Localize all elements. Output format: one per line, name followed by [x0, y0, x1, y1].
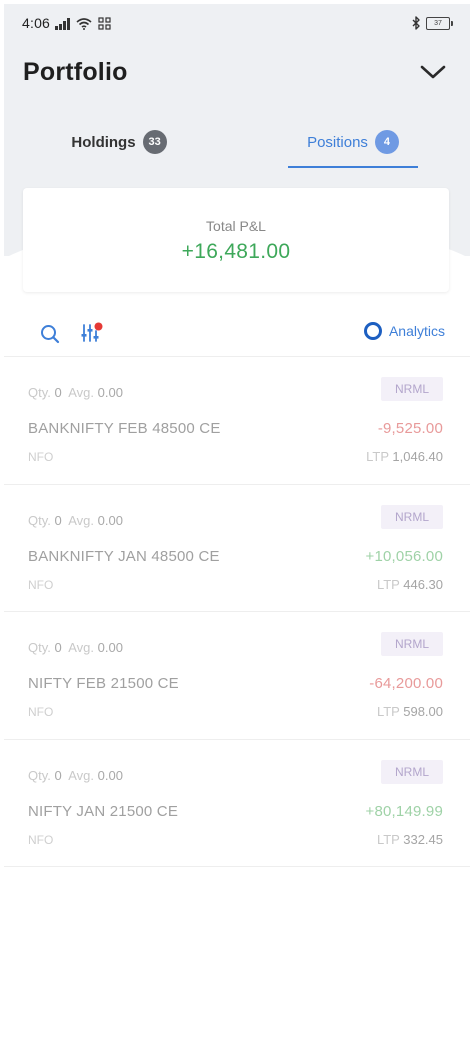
position-pnl: -9,525.00	[377, 420, 443, 437]
position-ltp: LTP 598.00	[377, 704, 443, 719]
position-exchange: NFO	[28, 577, 54, 592]
position-qty-avg: Qty. 0 Avg. 0.00	[28, 513, 123, 528]
position-pnl: +80,149.99	[365, 802, 443, 820]
tab-holdings[interactable]: Holdings 33	[44, 116, 194, 168]
status-time: 4:06	[22, 15, 51, 31]
product-type-badge: NRML	[381, 377, 443, 401]
account-dropdown-button[interactable]	[418, 60, 448, 84]
filter-sliders-icon	[81, 322, 103, 342]
portfolio-tabs: Holdings 33 Positions 4	[4, 116, 470, 170]
qty-label: Qty.	[28, 385, 51, 400]
ltp-label: LTP	[376, 704, 400, 719]
battery-icon: 37	[426, 16, 453, 30]
analytics-icon	[363, 322, 382, 340]
tab-positions-label: Positions	[307, 133, 368, 151]
avg-label: Avg.	[68, 640, 95, 655]
tab-positions[interactable]: Positions 4	[288, 116, 418, 168]
filter-button[interactable]	[79, 321, 105, 345]
qty-value: 0	[54, 767, 62, 783]
status-icons-right: 37	[412, 16, 453, 30]
ltp-value: 598.00	[403, 704, 443, 719]
ltp-value: 1,046.40	[392, 449, 443, 464]
position-ltp: LTP 1,046.40	[366, 449, 443, 464]
analytics-label: Analytics	[388, 323, 445, 339]
qty-label: Qty.	[28, 767, 51, 783]
tab-holdings-label: Holdings	[71, 133, 136, 151]
qty-label: Qty.	[28, 640, 51, 655]
positions-list: Qty. 0 Avg. 0.00 NRML BANKNIFTY FEB 4850…	[4, 357, 470, 867]
product-type-badge: NRML	[381, 759, 443, 784]
position-exchange: NFO	[28, 832, 54, 847]
position-row[interactable]: Qty. 0 Avg. 0.00 NRML NIFTY JAN 21500 CE…	[4, 740, 470, 867]
avg-label: Avg.	[68, 385, 95, 400]
bluetooth-icon	[412, 16, 420, 30]
avg-label: Avg.	[68, 512, 95, 528]
search-button[interactable]	[39, 323, 61, 345]
position-pnl: +10,056.00	[365, 547, 443, 565]
app-screen: 4:06 37 Portfolio Holdings 33 Positions …	[4, 4, 470, 1038]
total-pnl-label: Total P&L	[206, 218, 266, 234]
status-icons-left	[55, 16, 111, 30]
position-qty-avg: Qty. 0 Avg. 0.00	[28, 640, 123, 655]
ltp-value: 332.45	[403, 831, 443, 847]
qty-value: 0	[54, 640, 62, 655]
search-icon	[41, 325, 60, 344]
ltp-label: LTP	[376, 576, 400, 592]
total-pnl-card: Total P&L +16,481.00	[23, 188, 449, 292]
qty-value: 0	[54, 385, 62, 400]
avg-value: 0.00	[97, 767, 123, 783]
position-symbol: BANKNIFTY JAN 48500 CE	[28, 547, 220, 565]
position-pnl: -64,200.00	[369, 675, 443, 692]
ltp-label: LTP	[376, 831, 400, 847]
position-symbol: BANKNIFTY FEB 48500 CE	[28, 420, 221, 437]
holdings-count-badge: 33	[142, 130, 167, 154]
position-ltp: LTP 446.30	[377, 577, 443, 592]
product-type-badge: NRML	[381, 632, 443, 656]
position-symbol: NIFTY FEB 21500 CE	[28, 675, 179, 692]
active-tab-indicator	[288, 166, 418, 168]
position-qty-avg: Qty. 0 Avg. 0.00	[28, 768, 123, 783]
position-exchange: NFO	[28, 705, 54, 719]
positions-count-badge: 4	[374, 130, 399, 154]
wifi-icon	[75, 18, 92, 30]
position-symbol: NIFTY JAN 21500 CE	[28, 802, 179, 820]
positions-toolbar: Analytics	[4, 310, 470, 354]
position-row[interactable]: Qty. 0 Avg. 0.00 NRML BANKNIFTY FEB 4850…	[4, 357, 470, 485]
cellular-signal-icon	[55, 18, 70, 30]
ltp-value: 446.30	[403, 576, 443, 592]
position-qty-avg: Qty. 0 Avg. 0.00	[28, 385, 123, 400]
avg-value: 0.00	[97, 385, 123, 400]
total-pnl-value: +16,481.00	[181, 240, 291, 263]
status-bar: 4:06 37	[4, 4, 470, 42]
position-row[interactable]: Qty. 0 Avg. 0.00 NRML NIFTY FEB 21500 CE…	[4, 612, 470, 740]
position-row[interactable]: Qty. 0 Avg. 0.00 NRML BANKNIFTY JAN 4850…	[4, 485, 470, 612]
analytics-button[interactable]: Analytics	[363, 322, 445, 340]
ltp-label: LTP	[366, 449, 389, 464]
avg-value: 0.00	[97, 512, 123, 528]
avg-value: 0.00	[97, 640, 123, 655]
position-exchange: NFO	[28, 450, 54, 464]
page-header: Portfolio	[4, 42, 470, 106]
qty-value: 0	[54, 512, 62, 528]
product-type-badge: NRML	[381, 504, 443, 529]
avg-label: Avg.	[68, 767, 95, 783]
page-title: Portfolio	[23, 58, 128, 86]
position-ltp: LTP 332.45	[377, 832, 443, 847]
data-usage-icon	[97, 17, 111, 30]
chevron-down-icon	[420, 65, 446, 79]
qty-label: Qty.	[28, 512, 51, 528]
